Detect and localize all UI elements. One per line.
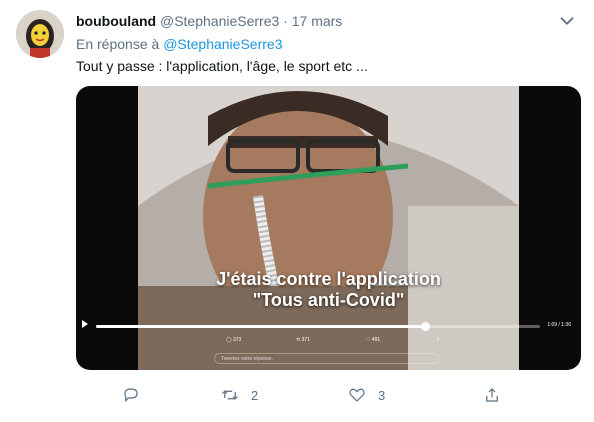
embedded-like-count: ♡ 491 [366, 337, 381, 343]
reply-prefix: En réponse à [76, 36, 160, 52]
progress-bar[interactable] [96, 322, 540, 331]
tweet-date[interactable]: 17 mars [292, 13, 343, 29]
progress-fill [96, 325, 425, 328]
separator: · [283, 13, 288, 29]
embedded-retweet-count: ⟲ 371 [296, 337, 310, 343]
video-player[interactable]: J'étais contre l'application "Tous anti-… [76, 86, 581, 370]
tweet-actions: 2 3 [76, 381, 581, 409]
embedded-tweet-actions: ◯ 373 ⟲ 371 ♡ 491 ⇧ [226, 337, 456, 349]
display-name[interactable]: boubouland [76, 13, 156, 29]
play-icon[interactable] [82, 320, 88, 328]
share-icon [486, 388, 498, 402]
handle[interactable]: @StephanieSerre3 [160, 13, 279, 29]
more-icon[interactable] [556, 10, 578, 32]
caption-line-2: "Tous anti-Covid" [252, 290, 405, 310]
like-count: 3 [378, 387, 386, 403]
video-time: 1:09 / 1:36 [547, 322, 571, 328]
embedded-share-icon: ⇧ [436, 337, 441, 343]
progress-handle[interactable] [420, 322, 430, 331]
avatar[interactable] [16, 10, 64, 58]
tweet-header: boubouland @StephanieSerre3 · 17 mars [76, 12, 342, 30]
retweet-count: 2 [251, 387, 259, 403]
reply-button[interactable] [122, 381, 152, 409]
tweet: boubouland @StephanieSerre3 · 17 mars En… [0, 0, 594, 422]
avatar-icon [16, 10, 64, 58]
reply-context: En réponse à @StephanieSerre3 [76, 35, 282, 53]
reply-icon [124, 388, 138, 402]
embedded-reply-box: Tweetez votre réponse. [214, 353, 439, 364]
heart-icon [349, 388, 365, 402]
retweet-icon [222, 390, 238, 400]
like-button[interactable]: 3 [348, 381, 385, 409]
retweet-button[interactable]: 2 [221, 381, 258, 409]
video-controls: 1:09 / 1:36 ◯ 373 ⟲ 371 ♡ 491 ⇧ Tweetez … [76, 318, 581, 370]
embedded-reply-count: ◯ 373 [226, 337, 242, 343]
chevron-down-icon [560, 17, 574, 25]
caption-line-1: J'étais contre l'application [216, 269, 441, 289]
tweet-text: Tout y passe : l'application, l'âge, le … [76, 58, 368, 74]
reply-to-link[interactable]: @StephanieSerre3 [163, 36, 282, 52]
share-button[interactable] [483, 381, 513, 409]
